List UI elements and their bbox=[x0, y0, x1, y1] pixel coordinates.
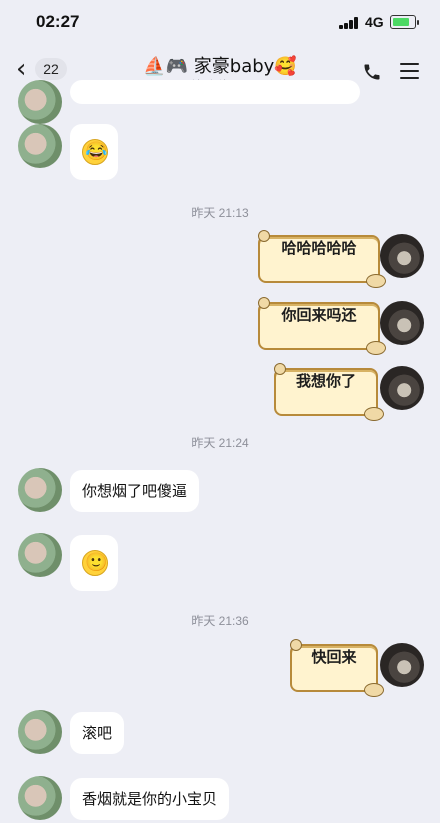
status-bar: 02:27 4G bbox=[0, 0, 440, 46]
sticker-message[interactable]: 我想你了 bbox=[274, 363, 384, 421]
message-bubble[interactable]: 滚吧 bbox=[70, 712, 125, 754]
timestamp: 昨天 21:24 bbox=[191, 436, 249, 450]
menu-icon[interactable] bbox=[400, 63, 419, 79]
contact-avatar[interactable] bbox=[18, 533, 62, 577]
message-bubble[interactable] bbox=[70, 80, 360, 104]
message-bubble[interactable]: 香烟就是你的小宝贝 bbox=[70, 778, 230, 820]
sticker-message[interactable]: 你回来吗还 bbox=[258, 297, 386, 355]
message-bubble[interactable] bbox=[70, 535, 118, 591]
message-list[interactable]: 昨天 21:13 哈哈哈哈哈 你回来吗还 我想你了 昨天 21:24 你想烟了吧… bbox=[0, 80, 440, 823]
status-time: 02:27 bbox=[36, 12, 80, 31]
sticker-message[interactable]: 哈哈哈哈哈 bbox=[258, 230, 386, 288]
timestamp: 昨天 21:13 bbox=[191, 206, 249, 220]
contact-avatar[interactable] bbox=[18, 710, 62, 754]
message-bubble[interactable]: 你想烟了吧傻逼 bbox=[70, 470, 200, 512]
sticker-text: 你回来吗还 bbox=[281, 306, 357, 324]
sticker-paw bbox=[366, 341, 386, 355]
my-avatar[interactable] bbox=[380, 301, 424, 345]
sticker-text: 哈哈哈哈哈 bbox=[281, 239, 357, 257]
phone-icon[interactable] bbox=[362, 62, 382, 82]
network-label: 4G bbox=[365, 14, 384, 30]
my-avatar[interactable] bbox=[380, 643, 424, 687]
my-avatar[interactable] bbox=[380, 234, 424, 278]
sticker-text: 快回来 bbox=[311, 648, 357, 666]
sticker-paw bbox=[366, 274, 386, 288]
contact-avatar[interactable] bbox=[18, 124, 62, 168]
sticker-text: 我想你了 bbox=[295, 372, 356, 390]
message-bubble[interactable] bbox=[70, 124, 118, 180]
signal-icon bbox=[339, 17, 361, 29]
sticker-message[interactable]: 快回来 bbox=[290, 639, 384, 697]
contact-avatar[interactable] bbox=[18, 468, 62, 512]
tears-of-joy-emoji-icon bbox=[82, 139, 108, 165]
battery-icon bbox=[390, 15, 419, 29]
sticker-paw bbox=[364, 683, 384, 697]
contact-avatar[interactable] bbox=[18, 80, 62, 124]
sticker-paw bbox=[364, 407, 384, 421]
smile-emoji-icon bbox=[82, 550, 108, 576]
my-avatar[interactable] bbox=[380, 366, 424, 410]
timestamp: 昨天 21:36 bbox=[191, 614, 249, 628]
contact-avatar[interactable] bbox=[18, 776, 62, 820]
